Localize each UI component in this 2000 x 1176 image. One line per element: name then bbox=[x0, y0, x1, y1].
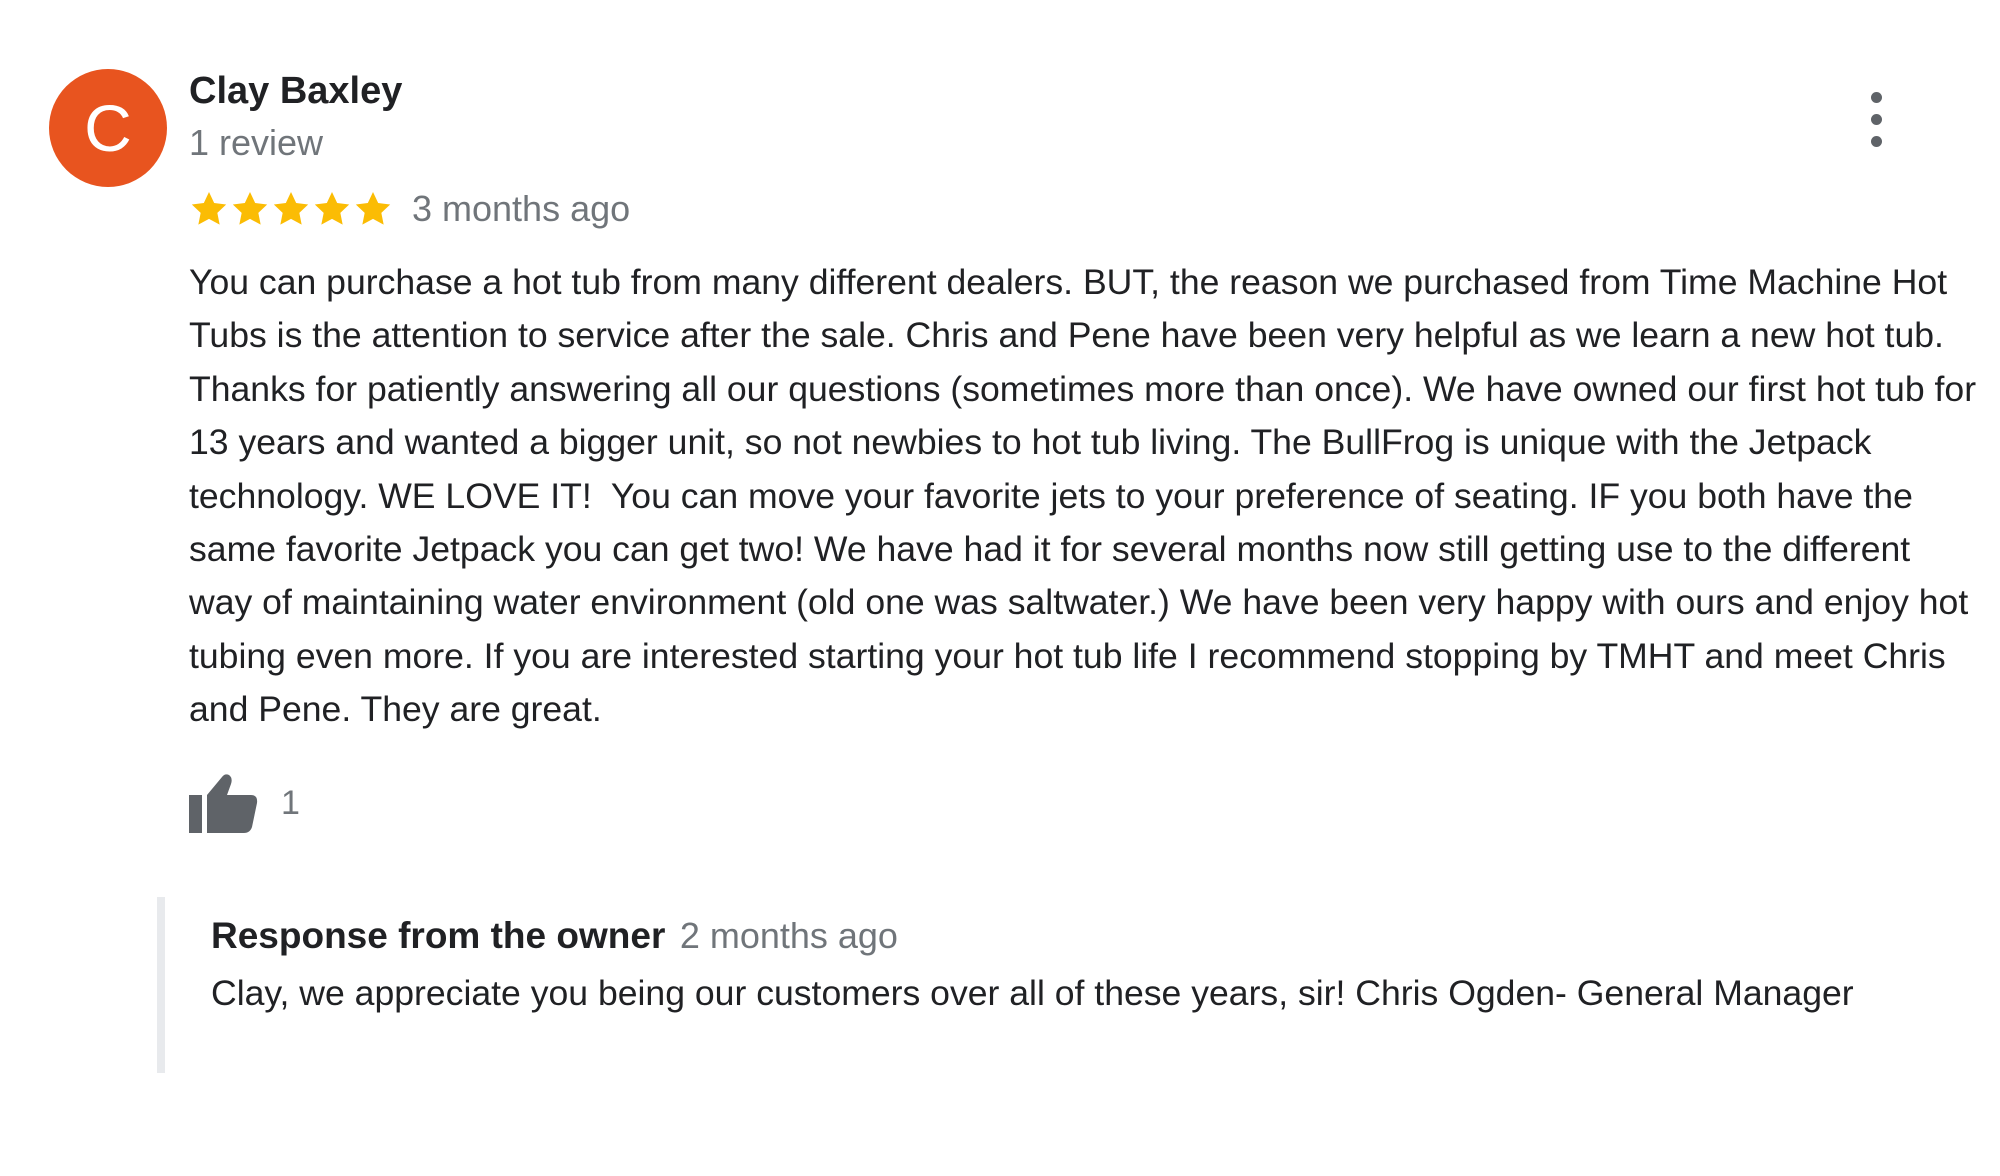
star-icon bbox=[191, 192, 227, 225]
like-row: 1 bbox=[189, 768, 300, 838]
owner-response-title: Response from the owner bbox=[211, 915, 666, 956]
owner-response-date: 2 months ago bbox=[679, 915, 898, 956]
rating-row: 3 months ago bbox=[189, 184, 630, 234]
more-options-button[interactable] bbox=[1862, 92, 1892, 148]
review-card: C Clay Baxley 1 review 3 months ago You … bbox=[0, 0, 2000, 1176]
star-icon bbox=[314, 192, 350, 225]
review-text: You can purchase a hot tub from many dif… bbox=[189, 262, 1986, 730]
review-date: 3 months ago bbox=[412, 188, 631, 229]
avatar[interactable]: C bbox=[49, 69, 167, 187]
like-count: 1 bbox=[281, 783, 300, 822]
more-vert-icon bbox=[1871, 92, 1882, 103]
reviewer-review-count[interactable]: 1 review bbox=[189, 122, 323, 164]
thumbs-up-icon[interactable] bbox=[189, 771, 259, 835]
reviewer-name[interactable]: Clay Baxley bbox=[189, 70, 402, 113]
star-rating bbox=[189, 189, 394, 229]
owner-response-header: Response from the owner 2 months ago bbox=[211, 915, 898, 957]
star-icon bbox=[273, 192, 309, 225]
avatar-letter: C bbox=[84, 91, 132, 165]
owner-response-text: Clay, we appreciate you being our custom… bbox=[211, 973, 1854, 1013]
owner-response: Response from the owner 2 months ago Cla… bbox=[157, 897, 1937, 1073]
star-icon bbox=[232, 192, 268, 225]
more-vert-icon-dot bbox=[1871, 136, 1882, 147]
star-icon bbox=[355, 192, 391, 225]
more-vert-icon-dot bbox=[1871, 114, 1882, 125]
